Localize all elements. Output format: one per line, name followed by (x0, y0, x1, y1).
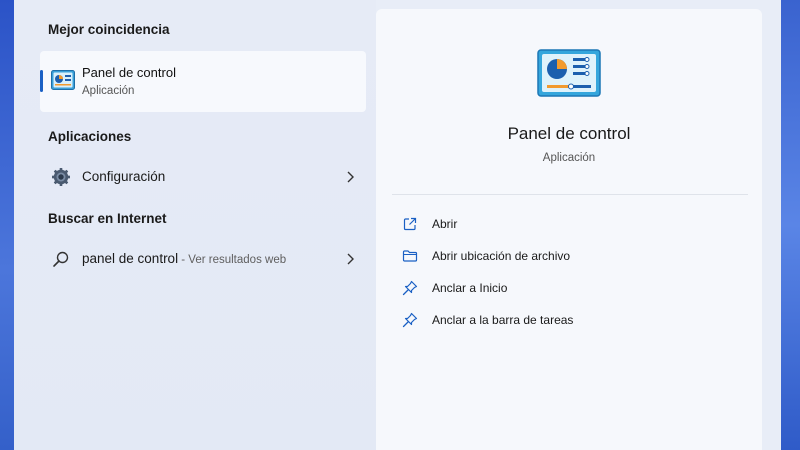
details-divider (392, 194, 748, 195)
web-search-query: panel de control (82, 251, 179, 266)
action-open-file-location[interactable]: Abrir ubicación de archivo (402, 246, 742, 268)
pin-icon (402, 280, 418, 296)
web-search-suffix: - Ver resultados web (178, 254, 287, 266)
control-panel-large-icon (537, 49, 601, 97)
folder-icon (402, 250, 418, 262)
selection-indicator (40, 70, 43, 92)
chevron-right-icon (347, 171, 354, 183)
search-results-panel: Mejor coincidencia Panel de control Apli… (14, 0, 781, 450)
action-label: Abrir (432, 217, 458, 231)
web-search-item[interactable]: panel de control - Ver resultados web (40, 241, 366, 277)
chevron-right-icon (347, 253, 354, 265)
web-search-label: panel de control - Ver resultados web (82, 251, 286, 266)
action-label: Abrir ubicación de archivo (432, 249, 571, 263)
best-match-subtitle: Aplicación (82, 85, 135, 97)
best-match-item[interactable]: Panel de control Aplicación (40, 51, 366, 112)
action-open[interactable]: Abrir (402, 214, 742, 236)
control-panel-icon (51, 70, 75, 90)
pin-icon (402, 312, 418, 328)
action-pin-to-taskbar[interactable]: Anclar a la barra de tareas (402, 310, 742, 332)
open-external-icon (403, 217, 417, 231)
apps-heading: Aplicaciones (48, 129, 132, 144)
app-item-configuracion[interactable]: Configuración (40, 159, 366, 195)
results-list: Mejor coincidencia Panel de control Apli… (14, 0, 376, 450)
best-match-title: Panel de control (82, 65, 176, 80)
details-pane: Panel de control Aplicación Abrir Abrir … (376, 9, 762, 450)
action-pin-to-start[interactable]: Anclar a Inicio (402, 278, 742, 300)
action-label: Anclar a la barra de tareas (432, 313, 574, 327)
details-subtitle: Aplicación (542, 152, 596, 164)
action-label: Anclar a Inicio (432, 281, 508, 295)
best-match-heading: Mejor coincidencia (48, 22, 170, 37)
details-title: Panel de control (507, 124, 631, 143)
web-heading: Buscar en Internet (48, 211, 167, 226)
search-icon (53, 251, 69, 267)
app-item-label: Configuración (82, 169, 166, 184)
gear-icon (52, 168, 70, 186)
